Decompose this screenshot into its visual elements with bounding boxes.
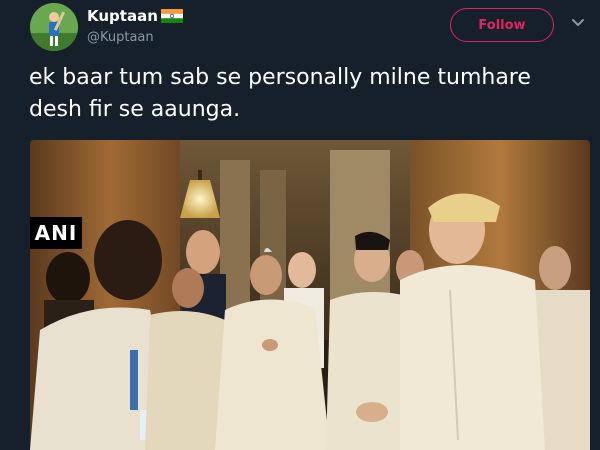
author-avatar[interactable]: [30, 3, 78, 51]
tweet-photo[interactable]: ANI: [30, 140, 590, 450]
india-flag-icon: [160, 9, 183, 23]
author-name-row: Kuptaan: [87, 7, 183, 25]
follow-button[interactable]: Follow: [450, 8, 554, 42]
avatar-image: [30, 3, 78, 51]
tweet-text: ek baar tum sab se personally milne tumh…: [29, 65, 531, 122]
chevron-down-icon[interactable]: [571, 18, 585, 28]
tweet-card: Kuptaan @Kuptaan Follow ek baar tum sab …: [0, 0, 600, 450]
author-handle[interactable]: @Kuptaan: [87, 30, 154, 45]
author-display-name[interactable]: Kuptaan: [87, 7, 158, 25]
photo-scene: [30, 140, 590, 450]
ani-watermark: ANI: [30, 217, 82, 249]
